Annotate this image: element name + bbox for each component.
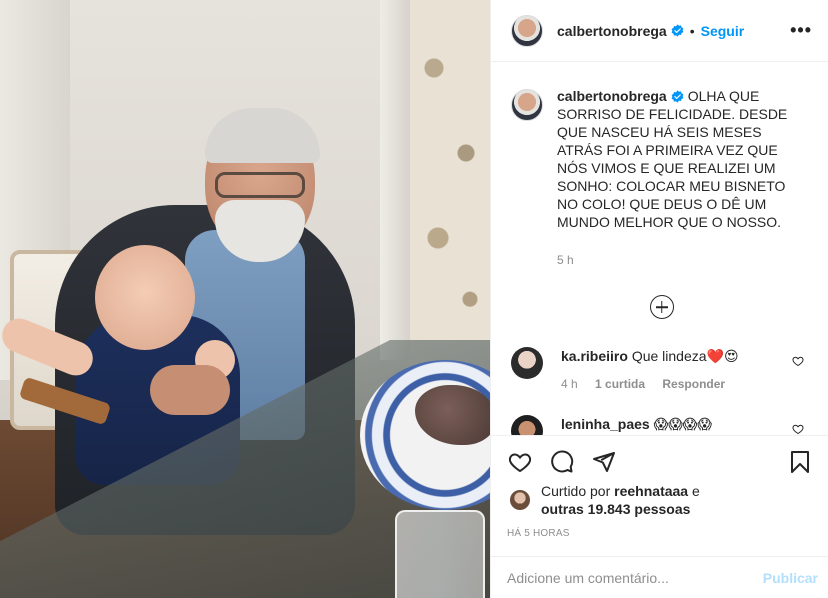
comments-section[interactable]: calbertonobrega OLHA QUE SORRISO DE FELI… xyxy=(491,63,828,435)
photo-man-hair xyxy=(205,108,320,163)
load-more-comments xyxy=(511,295,812,319)
photo-man-hand xyxy=(150,365,230,415)
verified-badge-icon xyxy=(671,90,684,103)
verified-badge-icon xyxy=(671,24,684,37)
like-heart-icon[interactable] xyxy=(507,450,533,474)
liker-username[interactable]: reehnataaa xyxy=(614,483,688,499)
photo-glass-cup xyxy=(395,510,485,598)
comment-item: leninha_paes 😱😱😱😱 xyxy=(511,415,812,435)
likes-summary: Curtido por reehnataaa e outras 19.843 p… xyxy=(507,482,812,518)
comment-bubble-icon[interactable] xyxy=(549,450,575,474)
comment-username[interactable]: leninha_paes xyxy=(561,416,650,432)
author-username[interactable]: calbertonobrega xyxy=(557,23,667,39)
caption-body: calbertonobrega OLHA QUE SORRISO DE FELI… xyxy=(557,87,807,269)
comment-time[interactable]: 4 h xyxy=(561,377,578,391)
comment-text-line: ka.ribeiiro Que lindeza❤️😍 xyxy=(561,347,739,365)
comment-item: ka.ribeiiro Que lindeza❤️😍 4 h 1 curtida… xyxy=(511,347,812,391)
instagram-post: calbertonobrega • Seguir ••• calbertonob… xyxy=(0,0,828,598)
add-comment-bar: Publicar xyxy=(491,556,828,598)
post-side-panel: calbertonobrega • Seguir ••• calbertonob… xyxy=(490,0,828,598)
author-avatar[interactable] xyxy=(511,14,543,47)
commenter-avatar[interactable] xyxy=(511,415,543,435)
save-bookmark-icon[interactable] xyxy=(788,449,812,475)
load-more-plus-icon[interactable] xyxy=(649,295,674,319)
share-plane-icon[interactable] xyxy=(591,450,617,474)
caption-avatar[interactable] xyxy=(511,89,543,121)
comment-meta: 4 h 1 curtida Responder xyxy=(561,377,739,391)
more-options-icon[interactable]: ••• xyxy=(790,20,812,41)
header-separator: • xyxy=(689,22,695,39)
likes-count[interactable]: outras 19.843 pessoas xyxy=(541,501,690,517)
comment-text: 😱😱😱😱 xyxy=(653,416,712,432)
caption-time[interactable]: 5 h xyxy=(557,251,807,269)
caption: calbertonobrega OLHA QUE SORRISO DE FELI… xyxy=(511,87,812,269)
comment-text: Que lindeza❤️😍 xyxy=(631,348,739,364)
liker-avatar[interactable] xyxy=(509,489,531,511)
comment-like-heart-icon[interactable] xyxy=(792,423,804,435)
photo-door-trim xyxy=(380,0,410,360)
comment-likes[interactable]: 1 curtida xyxy=(595,377,645,391)
comment-username[interactable]: ka.ribeiiro xyxy=(561,348,628,364)
follow-button[interactable]: Seguir xyxy=(701,23,745,39)
commenter-avatar[interactable] xyxy=(511,347,543,379)
reply-button[interactable]: Responder xyxy=(662,377,725,391)
caption-text: OLHA QUE SORRISO DE FELICIDADE. DESDE QU… xyxy=(557,88,788,230)
action-icons-row xyxy=(507,448,812,476)
likes-prefix: Curtido por xyxy=(541,483,611,499)
caption-username[interactable]: calbertonobrega xyxy=(557,88,667,104)
publish-button[interactable]: Publicar xyxy=(763,570,818,586)
post-timestamp[interactable]: HÁ 5 HORAS xyxy=(507,528,812,539)
comment-text-line: leninha_paes 😱😱😱😱 xyxy=(561,415,712,433)
comment-body: leninha_paes 😱😱😱😱 xyxy=(561,415,712,435)
photo-wallpaper xyxy=(410,0,490,340)
comment-like-heart-icon[interactable] xyxy=(792,355,804,367)
likes-text: Curtido por reehnataaa e outras 19.843 p… xyxy=(541,482,700,518)
post-photo[interactable] xyxy=(0,0,490,598)
post-actions: Curtido por reehnataaa e outras 19.843 p… xyxy=(491,435,828,539)
likes-conjunction: e xyxy=(691,483,700,499)
photo-man-glasses xyxy=(215,172,305,198)
add-comment-input[interactable] xyxy=(507,569,763,586)
post-header: calbertonobrega • Seguir ••• xyxy=(491,0,828,62)
comment-body: ka.ribeiiro Que lindeza❤️😍 4 h 1 curtida… xyxy=(561,347,739,391)
photo-baby-face xyxy=(95,245,195,350)
